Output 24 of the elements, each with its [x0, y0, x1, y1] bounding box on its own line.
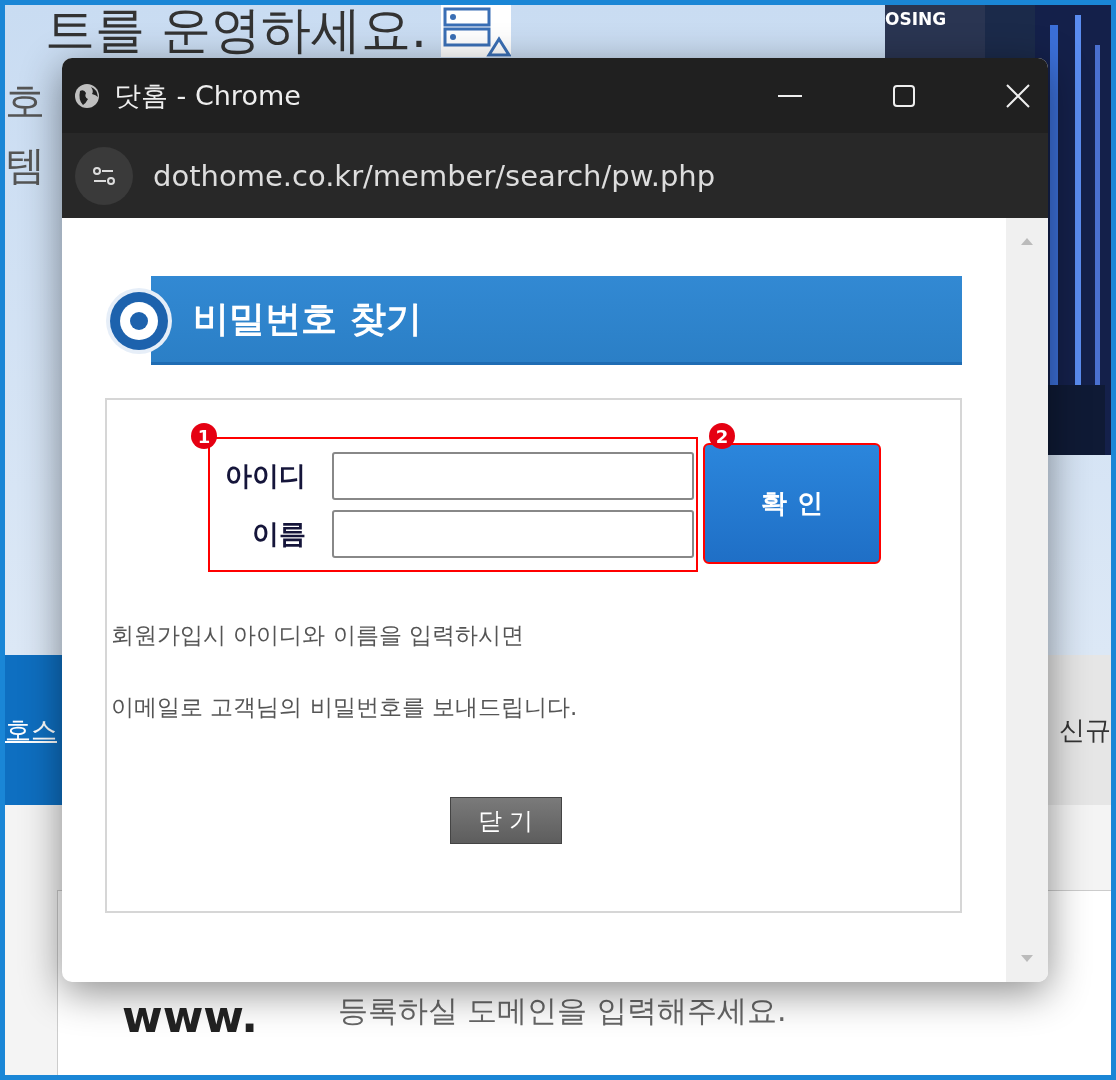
close-button[interactable]: 닫 기: [449, 797, 562, 845]
close-icon[interactable]: [1006, 83, 1030, 108]
input-field[interactable]: [332, 509, 694, 558]
input-field[interactable]: [332, 451, 694, 500]
help-text: 회원가입시 아이디와 이름을 입력하시면: [111, 622, 525, 650]
banner-text: OSING: [885, 9, 947, 29]
hero-text: 템: [5, 145, 45, 185]
maximize-icon[interactable]: [892, 83, 916, 108]
heading-text: 비밀번호 찾기: [193, 296, 422, 341]
help-text: 이메일로 고객님의 비밀번호를 보내드립니다.: [111, 693, 579, 722]
step-badge: 1: [191, 423, 217, 449]
site-settings-icon[interactable]: [75, 146, 133, 205]
step-badge: 2: [709, 423, 735, 449]
field-label: 이름: [252, 516, 306, 551]
headline: 트를 운영하세요.: [44, 5, 427, 55]
field-label: 아이디: [225, 458, 306, 493]
hero-text: 호: [5, 81, 45, 121]
nav-link[interactable]: 신규: [1059, 712, 1111, 748]
globe-icon: [74, 82, 100, 109]
domain-hint: 등록하실 도메인을 입력해주세요.: [337, 992, 787, 1030]
domain-prefix: www.: [122, 991, 258, 1042]
server-icon: [440, 5, 511, 57]
window-title: 닷홈 - Chrome: [114, 78, 302, 113]
confirm-button[interactable]: 확 인: [703, 443, 881, 564]
